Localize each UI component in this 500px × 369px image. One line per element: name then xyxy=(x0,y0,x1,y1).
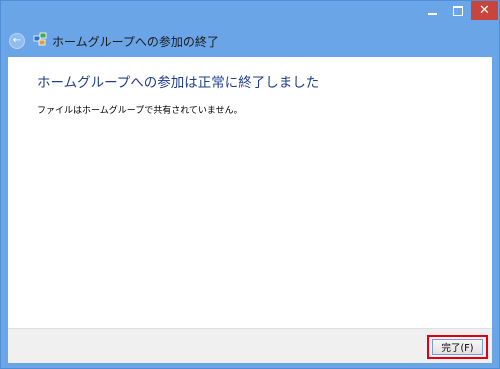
wizard-nav-bar: ← ホームグループへの参加の終了 xyxy=(1,27,499,55)
close-icon: ✕ xyxy=(479,3,490,18)
page-heading: ホームグループへの参加は正常に終了しました xyxy=(37,75,320,91)
minimize-button[interactable] xyxy=(419,1,445,20)
homegroup-wizard-window: ✕ ← ホームグループへの参加の終了 ホームグループへの参加は正常に終了しました… xyxy=(0,0,500,369)
button-bar: 完了(F) xyxy=(8,328,492,363)
status-message: ファイルはホームグループで共有されていません。 xyxy=(37,106,243,116)
content-area: ホームグループへの参加は正常に終了しました ファイルはホームグループで共有されて… xyxy=(8,57,492,328)
finish-button[interactable]: 完了(F) xyxy=(432,339,483,355)
finish-button-highlight: 完了(F) xyxy=(427,335,488,359)
title-bar[interactable]: ✕ xyxy=(1,1,499,27)
homegroup-icon xyxy=(33,32,47,46)
minimize-icon xyxy=(427,12,437,15)
close-button[interactable]: ✕ xyxy=(471,1,498,20)
maximize-button[interactable] xyxy=(445,1,471,20)
maximize-icon xyxy=(453,5,463,16)
back-arrow-icon: ← xyxy=(12,35,22,46)
back-button[interactable]: ← xyxy=(9,33,25,49)
wizard-title: ホームグループへの参加の終了 xyxy=(52,35,219,49)
